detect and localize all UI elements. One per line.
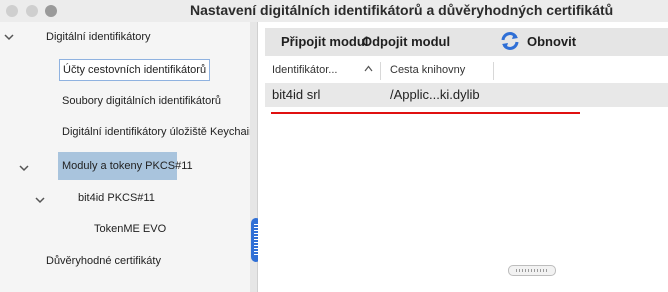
horizontal-scrollbar[interactable] xyxy=(508,265,556,276)
window-zoom-button[interactable] xyxy=(45,5,57,17)
tree-item-keychain-digital-ids[interactable]: Digitální identifikátory úložiště Keycha… xyxy=(62,126,255,138)
refresh-icon[interactable] xyxy=(499,30,521,52)
window-title: Nastavení digitálních identifikátorů a d… xyxy=(190,2,614,18)
tree-item-tokenme-evo[interactable]: TokenME EVO xyxy=(94,223,166,235)
tree-item-trusted-certificates[interactable]: Důvěryhodné certifikáty xyxy=(46,255,161,267)
column-separator[interactable] xyxy=(380,62,381,80)
annotation-underline xyxy=(271,112,580,114)
main-panel xyxy=(258,22,668,292)
tree-item-digital-ids[interactable]: Digitální identifikátory xyxy=(46,31,151,43)
table-cell-identifier: bit4id srl xyxy=(272,87,321,102)
column-separator[interactable] xyxy=(493,62,494,80)
chevron-down-icon[interactable] xyxy=(35,196,45,204)
title-bar: Nastavení digitálních identifikátorů a d… xyxy=(0,0,668,22)
tree-item-digital-id-files[interactable]: Soubory digitálních identifikátorů xyxy=(62,95,221,107)
disconnect-module-button[interactable]: Odpojit modul xyxy=(362,34,450,49)
refresh-button[interactable]: Obnovit xyxy=(527,34,576,49)
column-header-library-path[interactable]: Cesta knihovny xyxy=(390,64,465,76)
tree-item-pkcs11-modules[interactable]: Moduly a tokeny PKCS#11 xyxy=(58,152,193,180)
window-minimize-button[interactable] xyxy=(26,5,38,17)
chevron-down-icon[interactable] xyxy=(19,164,29,172)
tree-item-roaming-id-accounts[interactable]: Účty cestovních identifikátorů xyxy=(59,59,211,81)
tree-item-bit4id-pkcs11[interactable]: bit4id PKCS#11 xyxy=(78,192,155,204)
table-cell-library-path: /Applic...ki.dylib xyxy=(390,87,480,102)
sort-ascending-icon[interactable] xyxy=(364,64,373,75)
connect-module-button[interactable]: Připojit modul xyxy=(281,34,368,49)
chevron-down-icon[interactable] xyxy=(4,33,14,41)
window-close-button[interactable] xyxy=(6,5,18,17)
column-header-identifier[interactable]: Identifikátor... xyxy=(272,64,337,76)
